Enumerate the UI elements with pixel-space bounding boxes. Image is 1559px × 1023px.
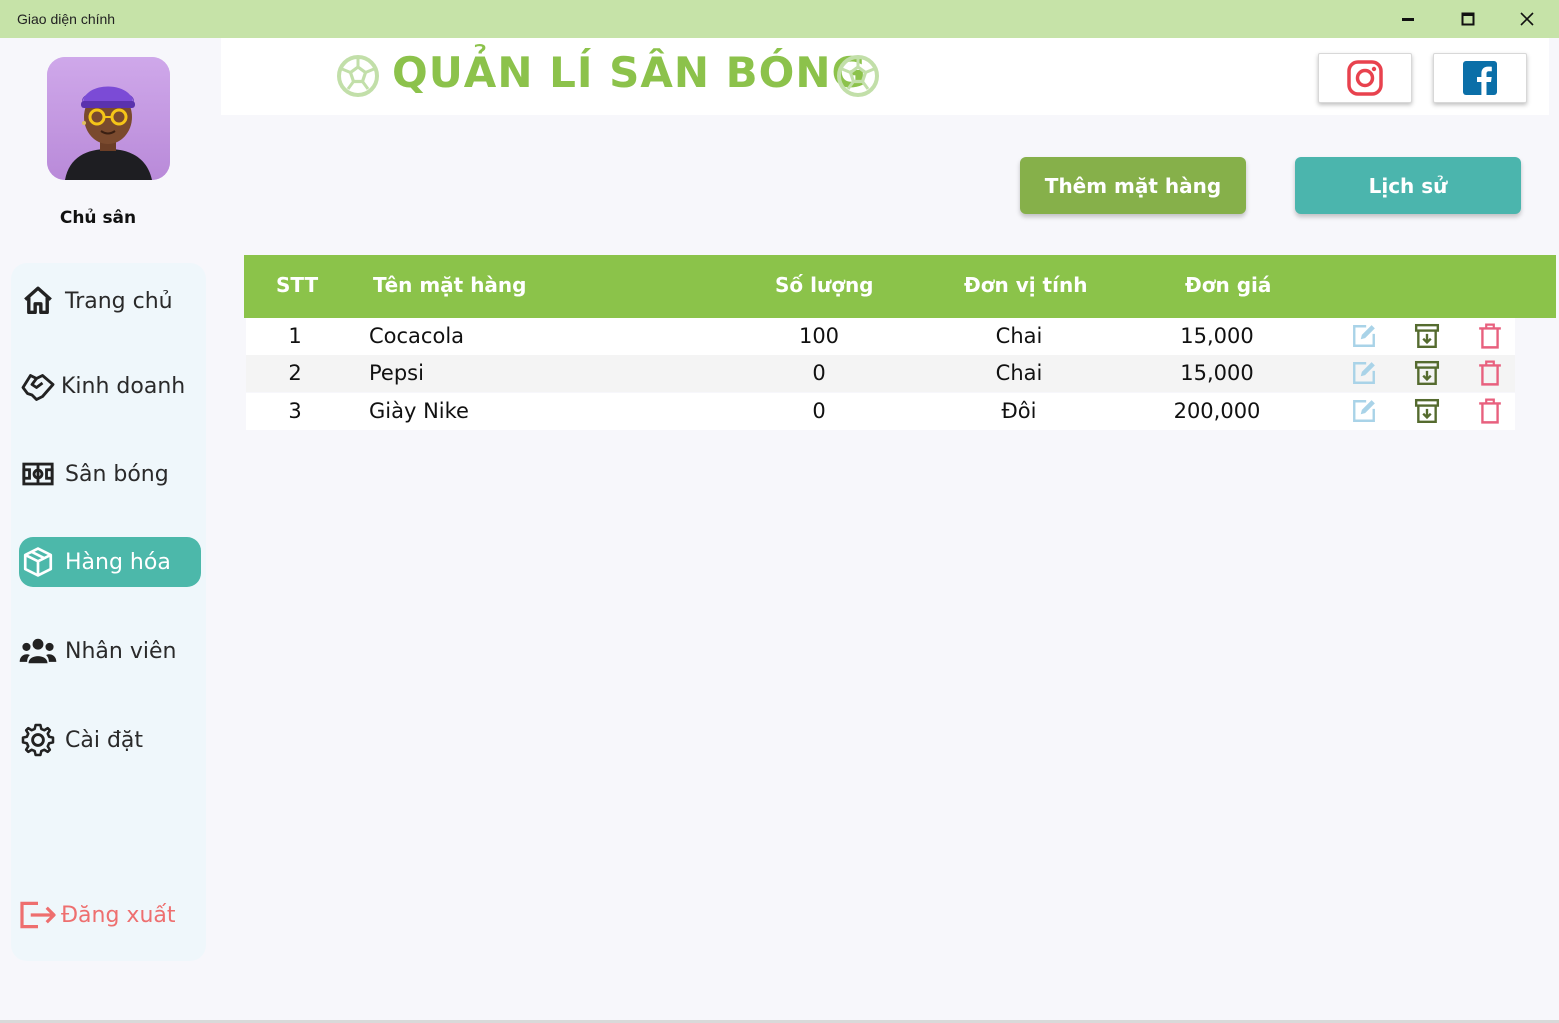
sidebar-item-label: Kinh doanh — [61, 373, 186, 399]
sidebar-item-settings[interactable]: Cài đặt — [19, 715, 201, 765]
column-header-name: Tên mặt hàng — [373, 273, 527, 297]
sidebar-item-label: Nhân viên — [65, 638, 177, 664]
cell-unit: Đôi — [1001, 399, 1037, 423]
sidebar-item-business[interactable]: Kinh doanh — [19, 361, 201, 411]
archive-icon[interactable] — [1413, 397, 1441, 425]
add-item-button[interactable]: Thêm mặt hàng — [1020, 157, 1246, 214]
cell-price: 15,000 — [1180, 324, 1254, 348]
column-header-quantity: Số lượng — [775, 273, 874, 297]
table-header: STT Tên mặt hàng Số lượng Đơn vị tính Đơ… — [244, 255, 1556, 318]
cell-name: Pepsi — [369, 361, 424, 385]
history-button[interactable]: Lịch sử — [1295, 157, 1521, 214]
sidebar-item-label: Hàng hóa — [65, 549, 171, 575]
delete-icon[interactable] — [1476, 359, 1504, 387]
users-icon — [19, 632, 57, 670]
edit-icon[interactable] — [1350, 322, 1378, 350]
cell-quantity: 0 — [812, 399, 826, 423]
owner-name: Chủ sân — [59, 208, 137, 228]
close-icon — [1520, 12, 1534, 26]
sidebar-item-label: Cài đặt — [65, 727, 144, 753]
facebook-button[interactable] — [1433, 53, 1527, 103]
archive-icon[interactable] — [1413, 322, 1441, 350]
cell-stt: 1 — [288, 324, 302, 348]
maximize-icon — [1461, 12, 1475, 26]
minimize-button[interactable] — [1379, 0, 1437, 38]
cell-quantity: 0 — [812, 361, 826, 385]
avatar — [47, 57, 170, 180]
edit-icon[interactable] — [1350, 397, 1378, 425]
cell-name: Giày Nike — [369, 399, 469, 423]
cell-stt: 3 — [288, 399, 302, 423]
soccer-ball-icon — [337, 55, 379, 97]
sidebar-item-label: Trang chủ — [65, 288, 173, 314]
edit-icon[interactable] — [1350, 359, 1378, 387]
field-icon — [19, 455, 57, 493]
app-title: QUẢN LÍ SÂN BÓNG — [392, 48, 867, 97]
title-bar: Giao diện chính — [0, 0, 1559, 38]
table-row: 1 Cocacola 100 Chai 15,000 — [246, 318, 1515, 355]
cell-price: 15,000 — [1180, 361, 1254, 385]
cell-price: 200,000 — [1173, 399, 1261, 423]
column-header-unit: Đơn vị tính — [964, 273, 1088, 297]
soccer-ball-icon — [837, 55, 879, 97]
close-button[interactable] — [1498, 0, 1556, 38]
column-header-stt: STT — [276, 273, 319, 297]
cell-quantity: 100 — [798, 324, 840, 348]
sidebar: Trang chủ Kinh doanh Sân bóng Hàng hóa N… — [11, 263, 206, 961]
window-title: Giao diện chính — [17, 11, 116, 27]
logout-label: Đăng xuất — [61, 902, 176, 928]
cell-stt: 2 — [288, 361, 302, 385]
instagram-icon — [1347, 60, 1383, 96]
logout-icon — [19, 896, 57, 934]
archive-icon[interactable] — [1413, 359, 1441, 387]
instagram-button[interactable] — [1318, 53, 1412, 103]
logout-button[interactable]: Đăng xuất — [19, 890, 201, 940]
column-header-price: Đơn giá — [1185, 273, 1272, 297]
box-icon — [19, 543, 57, 581]
handshake-icon — [19, 367, 57, 405]
delete-icon[interactable] — [1476, 322, 1504, 350]
cell-unit: Chai — [995, 361, 1043, 385]
sidebar-item-goods[interactable]: Hàng hóa — [19, 537, 201, 587]
table-row: 2 Pepsi 0 Chai 15,000 — [246, 355, 1515, 392]
delete-icon[interactable] — [1476, 397, 1504, 425]
home-icon — [19, 282, 57, 320]
sidebar-item-home[interactable]: Trang chủ — [19, 276, 201, 326]
cell-name: Cocacola — [369, 324, 465, 348]
sidebar-item-label: Sân bóng — [65, 461, 169, 487]
cell-unit: Chai — [995, 324, 1043, 348]
table-row: 3 Giày Nike 0 Đôi 200,000 — [246, 393, 1515, 430]
gear-icon — [19, 721, 57, 759]
maximize-button[interactable] — [1439, 0, 1497, 38]
sidebar-item-staff[interactable]: Nhân viên — [19, 626, 201, 676]
minimize-icon — [1402, 18, 1414, 21]
facebook-icon — [1463, 61, 1497, 95]
sidebar-item-field[interactable]: Sân bóng — [19, 449, 201, 499]
